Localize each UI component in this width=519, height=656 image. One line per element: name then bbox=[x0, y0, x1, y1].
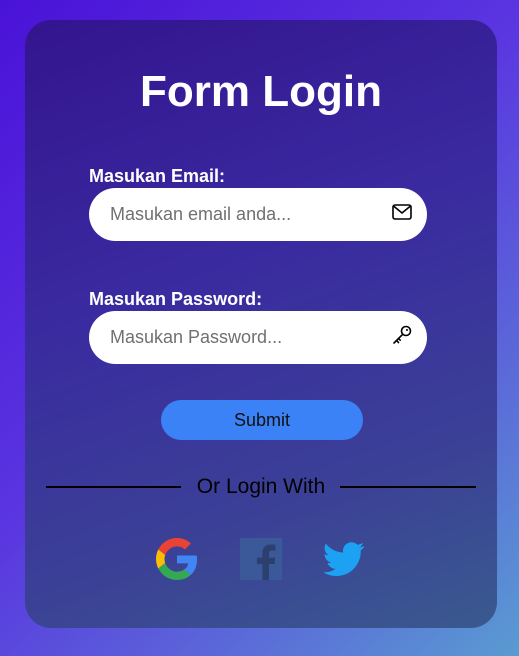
email-input[interactable] bbox=[110, 188, 380, 241]
password-field-container bbox=[89, 311, 427, 364]
key-icon bbox=[391, 324, 413, 346]
divider-line-right bbox=[340, 486, 476, 488]
twitter-icon[interactable] bbox=[323, 538, 365, 580]
facebook-icon[interactable] bbox=[240, 538, 282, 580]
email-label: Masukan Email: bbox=[89, 166, 226, 186]
google-icon[interactable] bbox=[156, 538, 198, 580]
email-field-container bbox=[89, 188, 427, 241]
password-label: Masukan Password: bbox=[89, 289, 263, 309]
form-title: Form Login bbox=[140, 67, 382, 116]
login-card: Form Login Masukan Email: Masukan Passwo… bbox=[25, 20, 497, 628]
submit-button[interactable]: Submit bbox=[161, 400, 363, 440]
password-input[interactable] bbox=[110, 311, 380, 364]
mail-icon bbox=[391, 201, 413, 223]
